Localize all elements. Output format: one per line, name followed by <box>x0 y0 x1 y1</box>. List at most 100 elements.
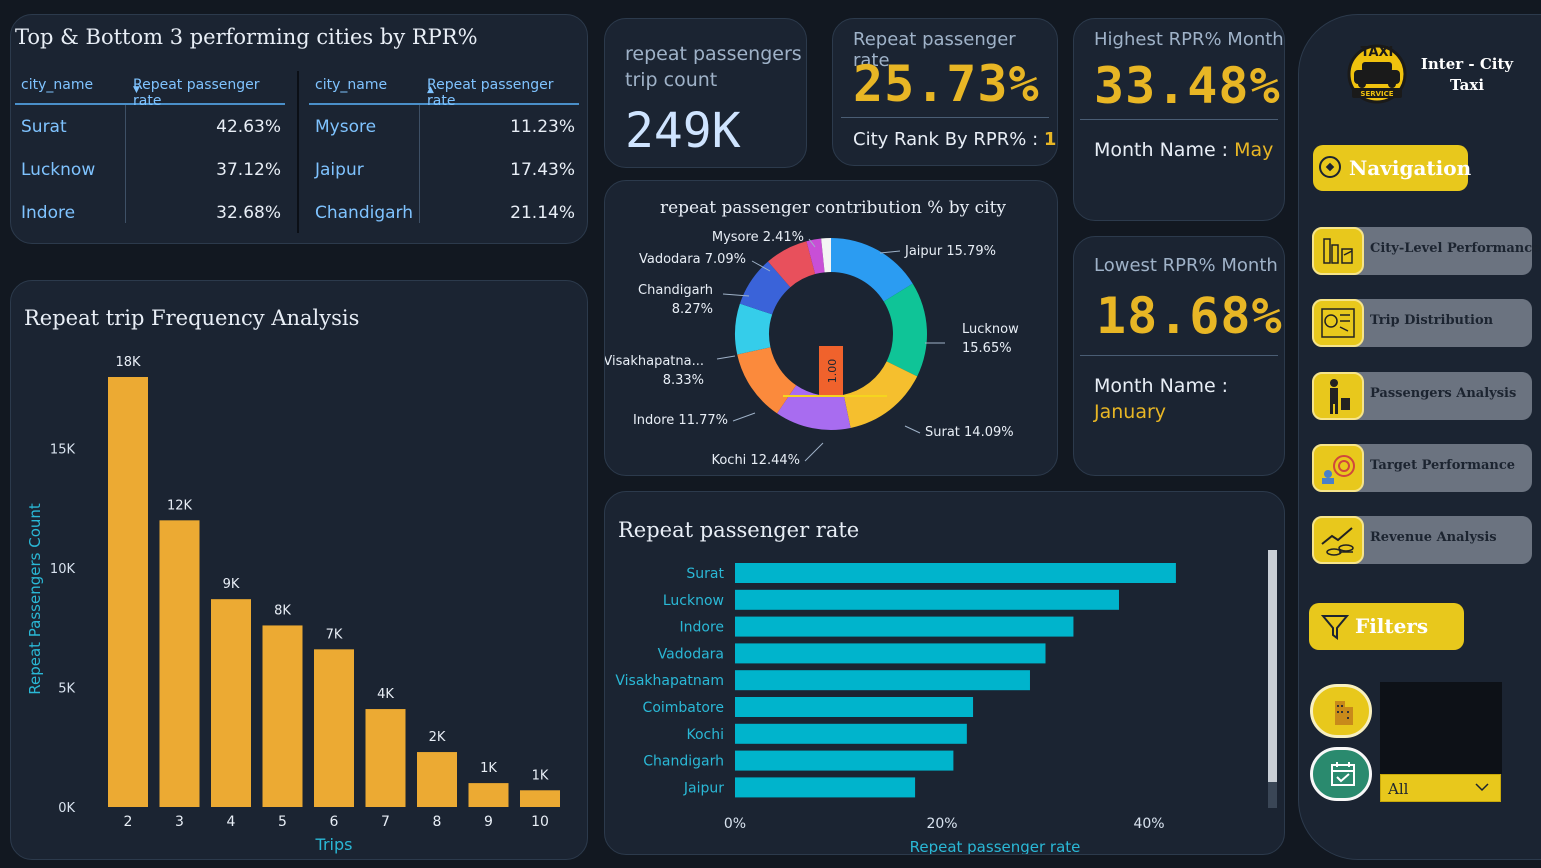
y-category-label: Lucknow <box>663 593 724 609</box>
city-rank: City Rank By RPR% : 1 <box>853 129 1056 150</box>
y-category-label: Vadodara <box>658 646 724 662</box>
frequency-bar <box>520 790 560 807</box>
slice-label: Chandigarh <box>638 283 713 298</box>
donut-chart[interactable]: repeat passenger contribution % by city … <box>605 181 1058 476</box>
filter-list-panel[interactable] <box>1380 682 1502 774</box>
table-row[interactable]: Mysore 11.23% <box>309 105 579 148</box>
table-row[interactable]: Lucknow 37.12% <box>15 148 285 191</box>
y-category-label: Kochi <box>686 727 724 743</box>
rpr-bar <box>735 643 1046 664</box>
revenue-icon <box>1312 516 1364 564</box>
donut-title: repeat passenger contribution % by city <box>660 198 1006 218</box>
nav-city-level-performance[interactable]: City-Level Performance <box>1312 227 1540 275</box>
nav-trip-distribution[interactable]: Trip Distribution <box>1312 299 1532 347</box>
rpr-bar <box>735 563 1176 583</box>
rpr-horizontal-bar-chart[interactable]: Repeat passenger rate Repeat passenger r… <box>605 492 1285 855</box>
lowest-rpr-title: Lowest RPR% Month <box>1094 255 1278 276</box>
bar-data-label: 2K <box>429 730 446 745</box>
rpr-chart-title: Repeat passenger rate <box>618 518 859 542</box>
frequency-x-axis-label: Trips <box>315 835 353 854</box>
trip-count-value: 249K <box>625 103 741 159</box>
nav-revenue-analysis[interactable]: Revenue Analysis <box>1312 516 1532 564</box>
x-tick-label: 5 <box>278 814 287 830</box>
trip-count-card: repeat passengers trip count 249K <box>604 18 807 168</box>
top-bottom-cities-card: Top & Bottom 3 performing cities by RPR%… <box>10 14 588 244</box>
slice-label: Surat 14.09% <box>925 425 1014 440</box>
leader-line <box>879 250 901 254</box>
brand-line1: Inter - City <box>1420 55 1514 73</box>
filters-header: Filters <box>1309 603 1464 650</box>
scrollbar-thumb[interactable] <box>1268 550 1277 782</box>
x-tick-label: 40% <box>1133 816 1164 832</box>
city-name: Lucknow <box>21 160 96 180</box>
filter-dropdown[interactable]: All <box>1380 774 1501 802</box>
calendar-icon <box>1329 760 1357 792</box>
city-name: Chandigarh <box>315 203 414 223</box>
bar-data-label: 1K <box>480 761 497 776</box>
x-tick-label: 3 <box>175 814 184 830</box>
funnel-icon <box>1320 613 1350 645</box>
rate-value: 37.12% <box>216 160 281 180</box>
slice-label: 15.65% <box>962 341 1012 356</box>
taxi-logo: SERVICE TAXI <box>1342 40 1412 104</box>
bar-data-label: 4K <box>377 687 394 702</box>
nav-target-performance[interactable]: Target Performance <box>1312 444 1532 492</box>
highest-rpr-card: Highest RPR% Month 33.48% Month Name : M… <box>1073 18 1285 221</box>
top-table-header: city_name ▼ Repeat passenger rate <box>15 67 285 109</box>
y-tick-label: 15K <box>50 443 76 458</box>
rate-value: 21.14% <box>510 203 575 223</box>
nav-item-label: Revenue Analysis <box>1370 530 1497 545</box>
nav-item-label: City-Level Performance <box>1370 241 1541 256</box>
highest-rpr-value: 33.48% <box>1094 57 1281 115</box>
lowest-month-label: Month Name : <box>1094 375 1229 397</box>
frequency-bar <box>314 649 354 807</box>
navigation-title: Navigation <box>1349 156 1472 180</box>
table-row[interactable]: Indore 32.68% <box>15 191 285 234</box>
leader-line <box>716 355 736 360</box>
x-tick-label: 6 <box>330 814 339 830</box>
table-row[interactable]: Surat 42.63% <box>15 105 285 148</box>
leader-line <box>904 425 921 434</box>
rate-value: 17.43% <box>510 160 575 180</box>
bar-data-label: 1K <box>532 768 549 783</box>
x-tick-label: 4 <box>227 814 236 830</box>
city-filter-button[interactable] <box>1310 684 1372 738</box>
y-tick-label: 10K <box>50 562 76 577</box>
x-tick-label: 7 <box>381 814 390 830</box>
table-row[interactable]: Chandigarh 21.14% <box>309 191 579 234</box>
bar-data-label: 12K <box>167 498 193 513</box>
nav-item-label: Target Performance <box>1370 458 1516 473</box>
bar-data-label: 7K <box>326 627 343 642</box>
col-city-name[interactable]: city_name <box>315 77 387 93</box>
frequency-chart-title: Repeat trip Frequency Analysis <box>24 306 359 330</box>
rpr-bar <box>735 697 974 717</box>
city-name: Jaipur <box>315 160 364 180</box>
city-name: Surat <box>21 117 67 137</box>
highest-rpr-title: Highest RPR% Month <box>1094 29 1284 50</box>
rpr-bar <box>735 589 1119 610</box>
rate-value: 32.68% <box>216 203 281 223</box>
y-category-label: Indore <box>679 620 724 636</box>
frequency-chart-card: Repeat trip Frequency Analysis Repeat Pa… <box>10 280 588 860</box>
table-row[interactable]: Jaipur 17.43% <box>309 148 579 191</box>
frequency-y-axis-label: Repeat Passengers Count <box>26 503 44 695</box>
frequency-bar <box>468 783 509 807</box>
map-chart-icon <box>1312 299 1364 347</box>
nav-passengers-analysis[interactable]: Passengers Analysis <box>1312 372 1532 420</box>
donut-slice <box>883 283 927 377</box>
city-name: Mysore <box>315 117 377 137</box>
x-tick-label: 2 <box>124 814 133 830</box>
slice-label: Visakhapatna... <box>605 354 704 369</box>
y-category-label: Coimbatore <box>643 700 724 716</box>
col-city-name[interactable]: city_name <box>21 77 93 93</box>
frequency-bar-chart[interactable]: Repeat trip Frequency Analysis Repeat Pa… <box>11 281 588 860</box>
rpr-bar <box>735 723 967 744</box>
leader-line <box>804 442 824 462</box>
rate-value: 42.63% <box>216 117 281 137</box>
y-category-label: Visakhapatnam <box>615 673 724 689</box>
month-filter-button[interactable] <box>1310 747 1372 801</box>
x-tick-label: 9 <box>484 814 493 830</box>
slice-label: 8.33% <box>663 373 704 388</box>
rpr-bar <box>735 777 916 798</box>
brand-name: Inter - City Taxi <box>1412 54 1522 96</box>
